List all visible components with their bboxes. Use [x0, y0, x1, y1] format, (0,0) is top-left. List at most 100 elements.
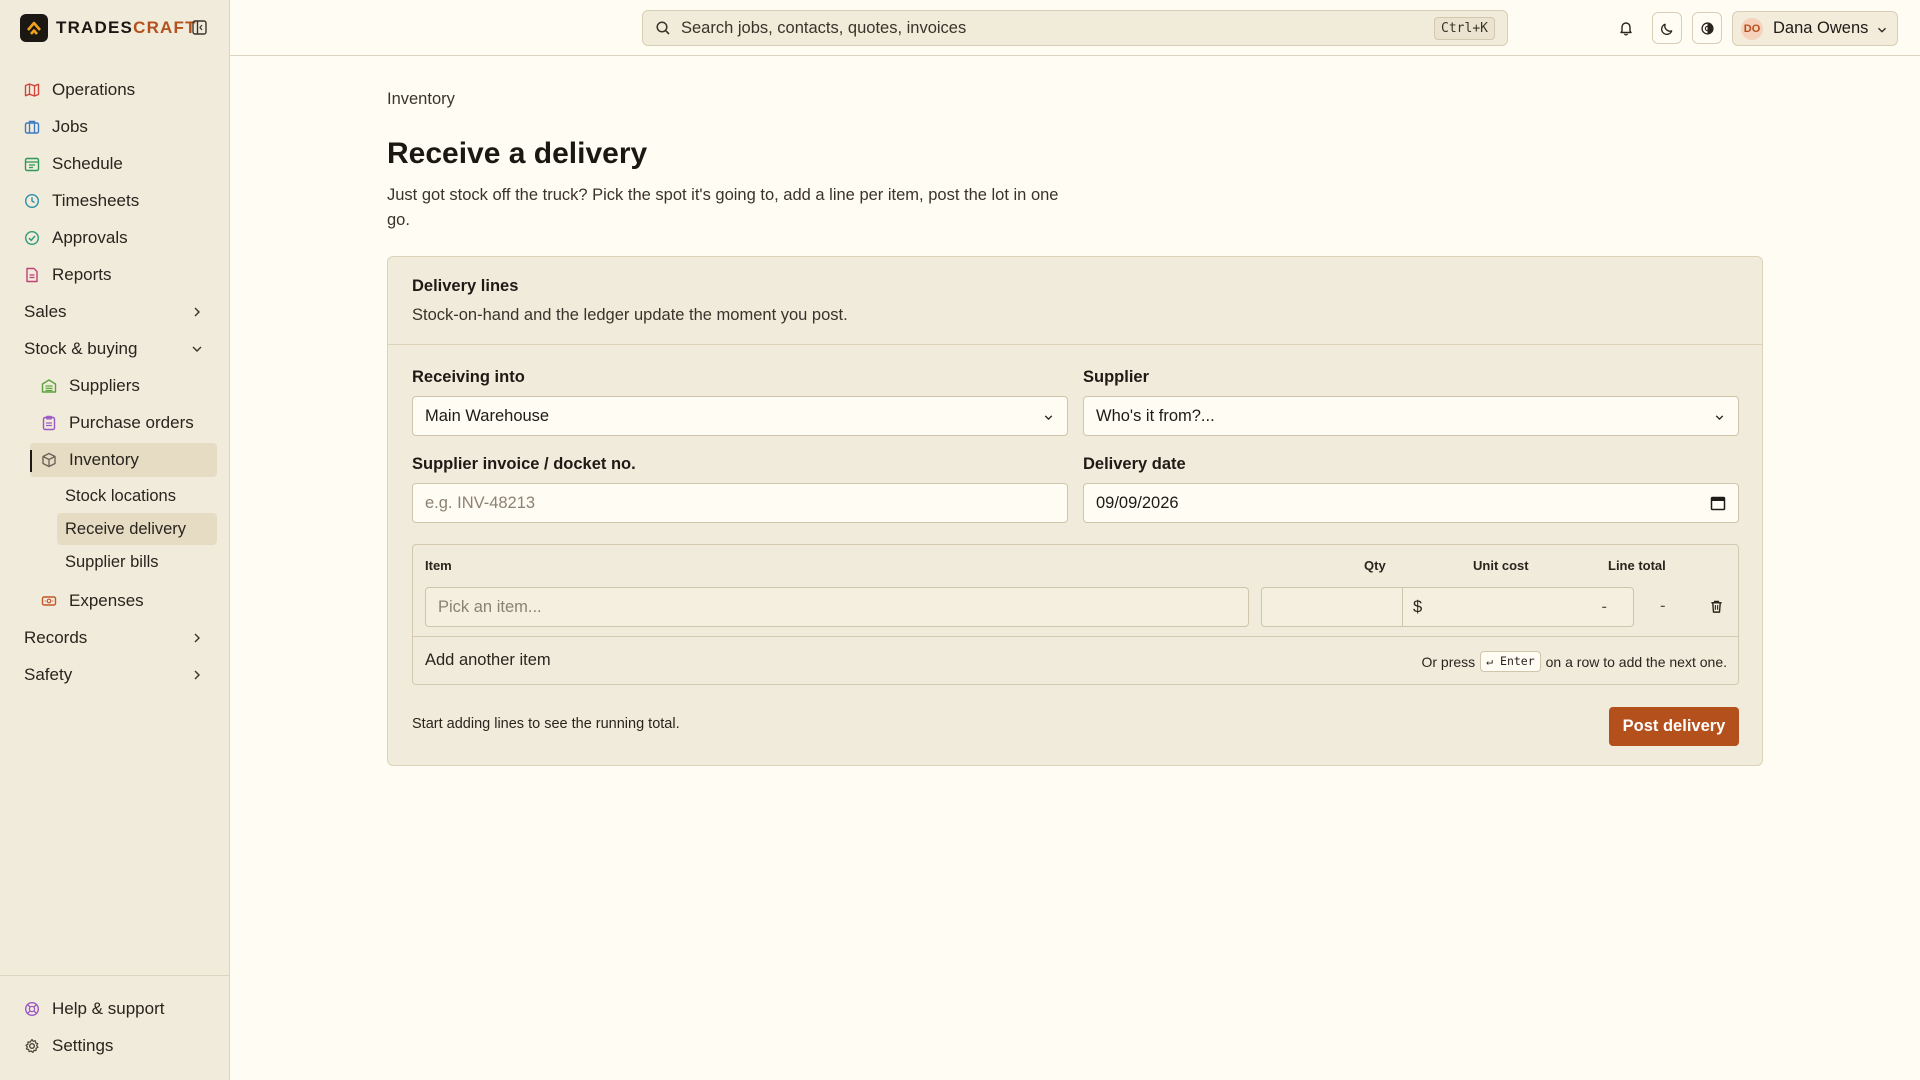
page-description: Just got stock off the truck? Pick the s… — [387, 186, 1059, 229]
column-item: Item — [425, 558, 452, 573]
sidebar-item-approvals[interactable]: Approvals — [16, 221, 217, 255]
sidebar-group-stock-buying[interactable]: Stock & buying — [24, 332, 217, 366]
sidebar-item-receive-delivery[interactable]: Receive delivery — [57, 513, 217, 545]
card-title: Delivery lines — [412, 277, 519, 295]
supplier-select[interactable]: Who's it from?... — [1083, 396, 1739, 436]
user-menu-button[interactable]: DO Dana Owens — [1732, 11, 1898, 46]
sidebar-item-label: Suppliers — [69, 376, 140, 395]
brand-name-part1: TRADES — [56, 18, 134, 37]
clock-icon — [22, 191, 42, 211]
chevron-down-icon — [1713, 410, 1726, 429]
calendar-icon[interactable] — [1710, 495, 1726, 516]
sidebar-item-label: Jobs — [52, 117, 88, 136]
lifebuoy-icon — [22, 999, 42, 1019]
item-picker-input[interactable]: Pick an item... — [425, 587, 1249, 627]
delivery-date-input[interactable]: 09/09/2026 — [1083, 483, 1739, 523]
trash-icon[interactable] — [1709, 599, 1724, 619]
sidebar-item-expenses[interactable]: Expenses — [30, 584, 217, 618]
breadcrumb[interactable]: Inventory — [387, 90, 455, 109]
sidebar-group-label: Sales — [24, 302, 67, 321]
collapse-sidebar-icon[interactable] — [190, 18, 208, 36]
unit-cost-value: - — [1601, 597, 1608, 616]
supplier-placeholder: Who's it from?... — [1096, 406, 1215, 425]
calendar-icon — [22, 154, 42, 174]
hint-text-post: on a row to add the next one. — [1545, 653, 1727, 670]
brand-logo-icon — [20, 14, 48, 42]
chevron-down-icon — [189, 341, 205, 357]
delivery-card: Delivery lines Stock-on-hand and the led… — [387, 256, 1763, 766]
search-placeholder: Search jobs, contacts, quotes, invoices — [681, 18, 967, 37]
running-total-note: Start adding lines to see the running to… — [412, 716, 680, 732]
hint-text-pre: Or press — [1421, 653, 1476, 670]
receiving-into-value: Main Warehouse — [425, 406, 550, 425]
sidebar-item-label: Schedule — [52, 154, 123, 173]
gear-icon — [22, 1036, 42, 1056]
sidebar-item-label: Help & support — [52, 999, 165, 1018]
column-unit-cost: Unit cost — [1473, 558, 1529, 573]
qty-input[interactable] — [1261, 587, 1403, 627]
chevron-down-icon — [1042, 410, 1055, 429]
column-line-total: Line total — [1608, 558, 1666, 573]
card-subtitle: Stock-on-hand and the ledger update the … — [412, 306, 848, 324]
column-qty: Qty — [1364, 558, 1386, 573]
sidebar-item-label: Approvals — [52, 228, 128, 247]
sidebar-divider — [0, 975, 229, 976]
brand-name-part2: CRAFT — [133, 18, 197, 37]
lines-divider — [413, 636, 1738, 637]
post-delivery-button[interactable]: Post delivery — [1609, 707, 1739, 746]
sidebar-group-label: Safety — [24, 665, 73, 684]
brand-name: TRADESCRAFT — [56, 18, 197, 38]
sidebar-item-purchase-orders[interactable]: Purchase orders — [30, 406, 217, 440]
sidebar-item-stock-locations[interactable]: Stock locations — [57, 480, 217, 512]
search-icon — [655, 20, 671, 36]
delivery-date-value: 09/09/2026 — [1096, 493, 1179, 512]
add-another-item-button[interactable]: Add another item — [425, 651, 551, 670]
enter-key-badge: ↵ Enter — [1480, 651, 1541, 672]
currency-symbol: $ — [1413, 597, 1423, 616]
sidebar-item-jobs[interactable]: Jobs — [16, 110, 217, 144]
unit-cost-input[interactable]: $ - — [1402, 587, 1634, 627]
sidebar-group-safety[interactable]: Safety — [24, 658, 217, 692]
user-name: Dana Owens — [1773, 19, 1869, 37]
sidebar-item-settings[interactable]: Settings — [16, 1029, 217, 1063]
sidebar-item-reports[interactable]: Reports — [16, 258, 217, 292]
sidebar-item-label: Timesheets — [52, 191, 140, 210]
chevron-right-icon — [189, 630, 205, 646]
sidebar-item-label: Supplier bills — [65, 552, 159, 571]
sidebar-item-operations[interactable]: Operations — [16, 73, 217, 107]
receiving-into-select[interactable]: Main Warehouse — [412, 396, 1068, 436]
delivery-date-label: Delivery date — [1083, 455, 1186, 473]
sidebar-item-supplier-bills[interactable]: Supplier bills — [57, 546, 217, 578]
sidebar-group-sales[interactable]: Sales — [24, 295, 217, 329]
receipt-icon — [39, 591, 59, 611]
invoice-placeholder: e.g. INV-48213 — [425, 493, 536, 512]
sidebar-item-label: Inventory — [69, 450, 139, 469]
receiving-into-label: Receiving into — [412, 368, 525, 386]
sidebar-item-suppliers[interactable]: Suppliers — [30, 369, 217, 403]
avatar: DO — [1741, 17, 1763, 40]
invoice-input[interactable]: e.g. INV-48213 — [412, 483, 1068, 523]
sidebar-item-schedule[interactable]: Schedule — [16, 147, 217, 181]
map-icon — [22, 80, 42, 100]
sidebar-item-label: Settings — [52, 1036, 114, 1055]
chevron-right-icon — [189, 667, 205, 683]
sidebar-item-label: Stock locations — [65, 486, 176, 505]
sidebar-item-help[interactable]: Help & support — [16, 992, 217, 1026]
enter-hint: Or press ↵ Enter on a row to add the nex… — [1421, 651, 1727, 672]
search-shortcut: Ctrl+K — [1434, 17, 1495, 40]
sidebar-item-timesheets[interactable]: Timesheets — [16, 184, 217, 218]
sidebar-item-label: Operations — [52, 80, 136, 99]
moon-icon[interactable] — [1652, 12, 1682, 44]
bell-icon[interactable] — [1611, 12, 1641, 44]
search-input[interactable]: Search jobs, contacts, quotes, invoices … — [642, 10, 1508, 46]
invoice-label: Supplier invoice / docket no. — [412, 455, 636, 473]
sidebar-item-inventory[interactable]: Inventory — [30, 443, 217, 477]
sidebar-item-label: Purchase orders — [69, 413, 194, 432]
contrast-icon[interactable] — [1692, 12, 1722, 44]
topbar: Search jobs, contacts, quotes, invoices … — [230, 0, 1920, 56]
sidebar-group-records[interactable]: Records — [24, 621, 217, 655]
sidebar-group-label: Records — [24, 628, 88, 647]
briefcase-icon — [22, 117, 42, 137]
sidebar-item-label: Receive delivery — [65, 519, 187, 538]
box-icon — [39, 450, 59, 470]
